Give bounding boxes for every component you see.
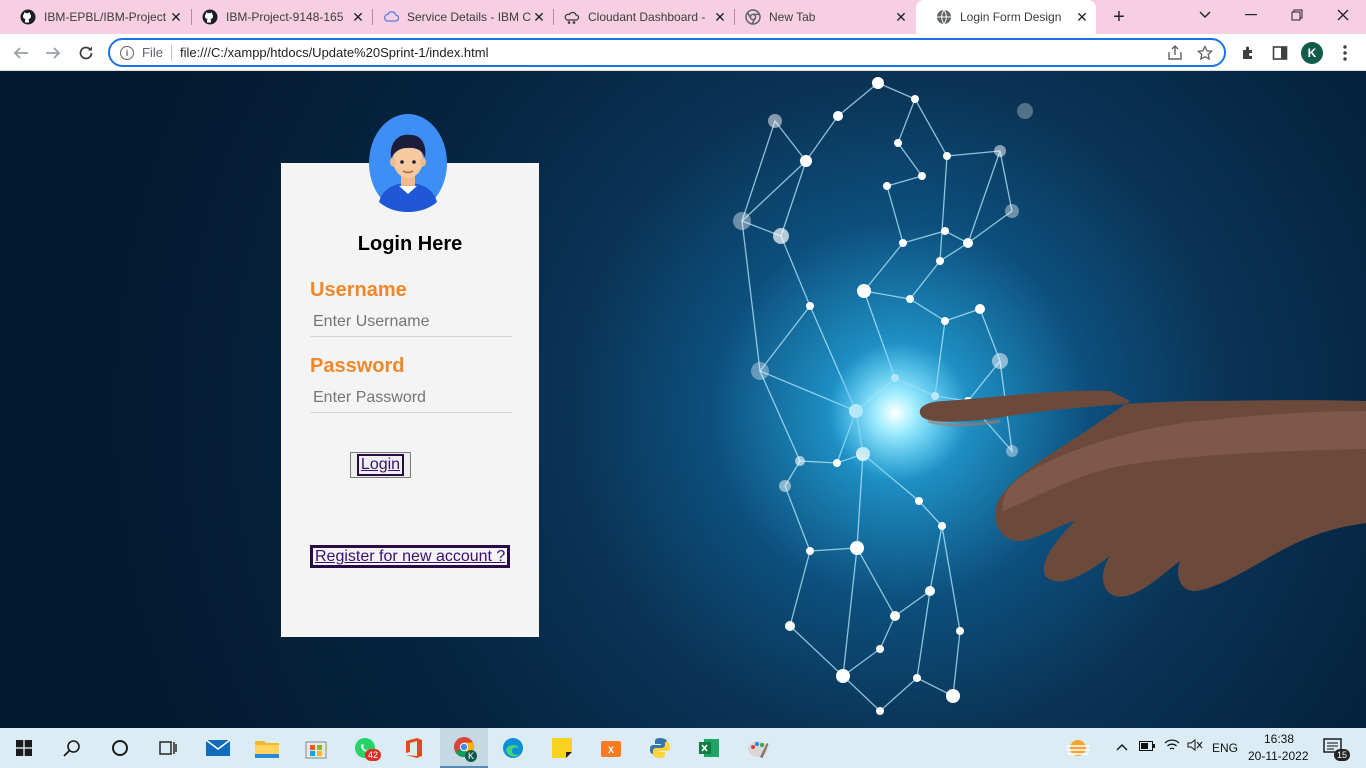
- tab-login-form-design[interactable]: Login Form Design ✕: [916, 0, 1096, 34]
- close-icon[interactable]: ✕: [893, 9, 909, 25]
- address-bar[interactable]: i File file:///C:/xampp/htdocs/Update%20…: [108, 38, 1226, 67]
- minimize-icon[interactable]: [1229, 0, 1273, 30]
- whatsapp-badge: 42: [365, 749, 382, 761]
- restore-icon[interactable]: [1275, 0, 1319, 30]
- notification-badge: 15: [1334, 749, 1351, 761]
- xampp-icon[interactable]: X: [587, 728, 635, 768]
- divider: [170, 44, 172, 61]
- windows-taskbar: 42 K X ENG 16:38 20-11-2022 15: [0, 728, 1366, 768]
- side-panel-icon[interactable]: [1268, 41, 1292, 65]
- new-tab-button[interactable]: +: [1108, 6, 1130, 28]
- tab-ibm-project[interactable]: IBM-Project-9148-165 ✕: [182, 0, 372, 34]
- tab-ibm-epbl[interactable]: IBM-EPBL/IBM-Project ✕: [0, 0, 190, 34]
- hand-silhouette: [919, 390, 1366, 597]
- paint-icon[interactable]: [734, 728, 782, 768]
- cloud-icon: [383, 9, 399, 25]
- chrome-icon: [745, 9, 761, 25]
- edge-icon[interactable]: [489, 728, 537, 768]
- search-icon[interactable]: [48, 728, 96, 768]
- extensions-icon[interactable]: [1236, 41, 1260, 65]
- profile-avatar[interactable]: K: [1301, 42, 1323, 64]
- volume-muted-icon[interactable]: [1187, 739, 1203, 754]
- tab-title: Login Form Design: [960, 10, 1062, 24]
- bookmark-star-icon[interactable]: [1194, 42, 1216, 64]
- close-icon[interactable]: ✕: [1074, 9, 1090, 25]
- github-icon: [202, 9, 218, 25]
- password-label: Password: [310, 355, 405, 377]
- chrome-taskbar-icon[interactable]: K: [440, 728, 488, 768]
- tab-title: Service Details - IBM C: [407, 10, 531, 24]
- tab-title: IBM-Project-9148-165: [226, 10, 344, 24]
- close-window-icon[interactable]: [1321, 0, 1365, 30]
- tab-service-details[interactable]: Service Details - IBM C ✕: [363, 0, 553, 34]
- tab-cloudant-dashboard[interactable]: Cloudant Dashboard - ✕: [544, 0, 734, 34]
- sticky-notes-icon[interactable]: [538, 728, 586, 768]
- url-text[interactable]: file:///C:/xampp/htdocs/Update%20Sprint-…: [180, 45, 1164, 60]
- tab-new-tab[interactable]: New Tab ✕: [725, 0, 915, 34]
- mail-icon[interactable]: [194, 728, 242, 768]
- reload-icon[interactable]: [74, 41, 98, 65]
- username-input[interactable]: [310, 307, 512, 337]
- username-label: Username: [310, 279, 407, 301]
- globe-icon: [936, 9, 952, 25]
- login-title: Login Here: [357, 233, 463, 255]
- browser-tab-strip: IBM-EPBL/IBM-Project ✕ IBM-Project-9148-…: [0, 0, 1366, 34]
- page-viewport: Login Here Username Password Login Regis…: [0, 71, 1366, 728]
- microsoft-store-icon[interactable]: [292, 728, 340, 768]
- tab-title: Cloudant Dashboard -: [588, 10, 706, 24]
- tab-title: New Tab: [769, 10, 816, 24]
- cortana-icon[interactable]: [96, 728, 144, 768]
- windows-start-icon[interactable]: [0, 728, 48, 768]
- office-icon[interactable]: [390, 728, 438, 768]
- python-icon[interactable]: [636, 728, 684, 768]
- clock-date[interactable]: 20-11-2022: [1248, 749, 1309, 763]
- login-button[interactable]: Login: [350, 452, 411, 478]
- info-icon[interactable]: i: [120, 45, 134, 60]
- chrome-profile-badge: K: [465, 750, 478, 762]
- whatsapp-icon[interactable]: 42: [341, 728, 389, 768]
- tab-search-chevron-icon[interactable]: [1183, 0, 1227, 30]
- login-button-label: Login: [356, 454, 405, 476]
- weather-icon[interactable]: [1054, 728, 1102, 768]
- clock-time[interactable]: 16:38: [1264, 732, 1294, 746]
- user-avatar-icon: [369, 114, 447, 212]
- github-icon: [20, 9, 36, 25]
- share-icon[interactable]: [1164, 42, 1186, 64]
- network-hand-background: [733, 77, 1366, 715]
- task-view-icon[interactable]: [144, 728, 192, 768]
- file-explorer-icon[interactable]: [243, 728, 291, 768]
- excel-icon[interactable]: [685, 728, 733, 768]
- more-menu-icon[interactable]: [1333, 41, 1357, 65]
- browser-toolbar: i File file:///C:/xampp/htdocs/Update%20…: [0, 34, 1366, 71]
- tab-title: IBM-EPBL/IBM-Project: [44, 10, 167, 24]
- scheme-label: File: [142, 45, 163, 60]
- wifi-icon[interactable]: [1164, 738, 1180, 755]
- language-indicator[interactable]: ENG: [1212, 741, 1238, 755]
- battery-icon[interactable]: [1139, 740, 1155, 754]
- cloudant-icon: [564, 9, 580, 25]
- back-icon[interactable]: [9, 41, 33, 65]
- register-link[interactable]: Register for new account ?: [310, 545, 511, 568]
- show-hidden-icons[interactable]: [1116, 740, 1128, 754]
- password-input[interactable]: [310, 383, 512, 413]
- forward-icon[interactable]: [41, 41, 65, 65]
- svg-text:X: X: [608, 745, 614, 755]
